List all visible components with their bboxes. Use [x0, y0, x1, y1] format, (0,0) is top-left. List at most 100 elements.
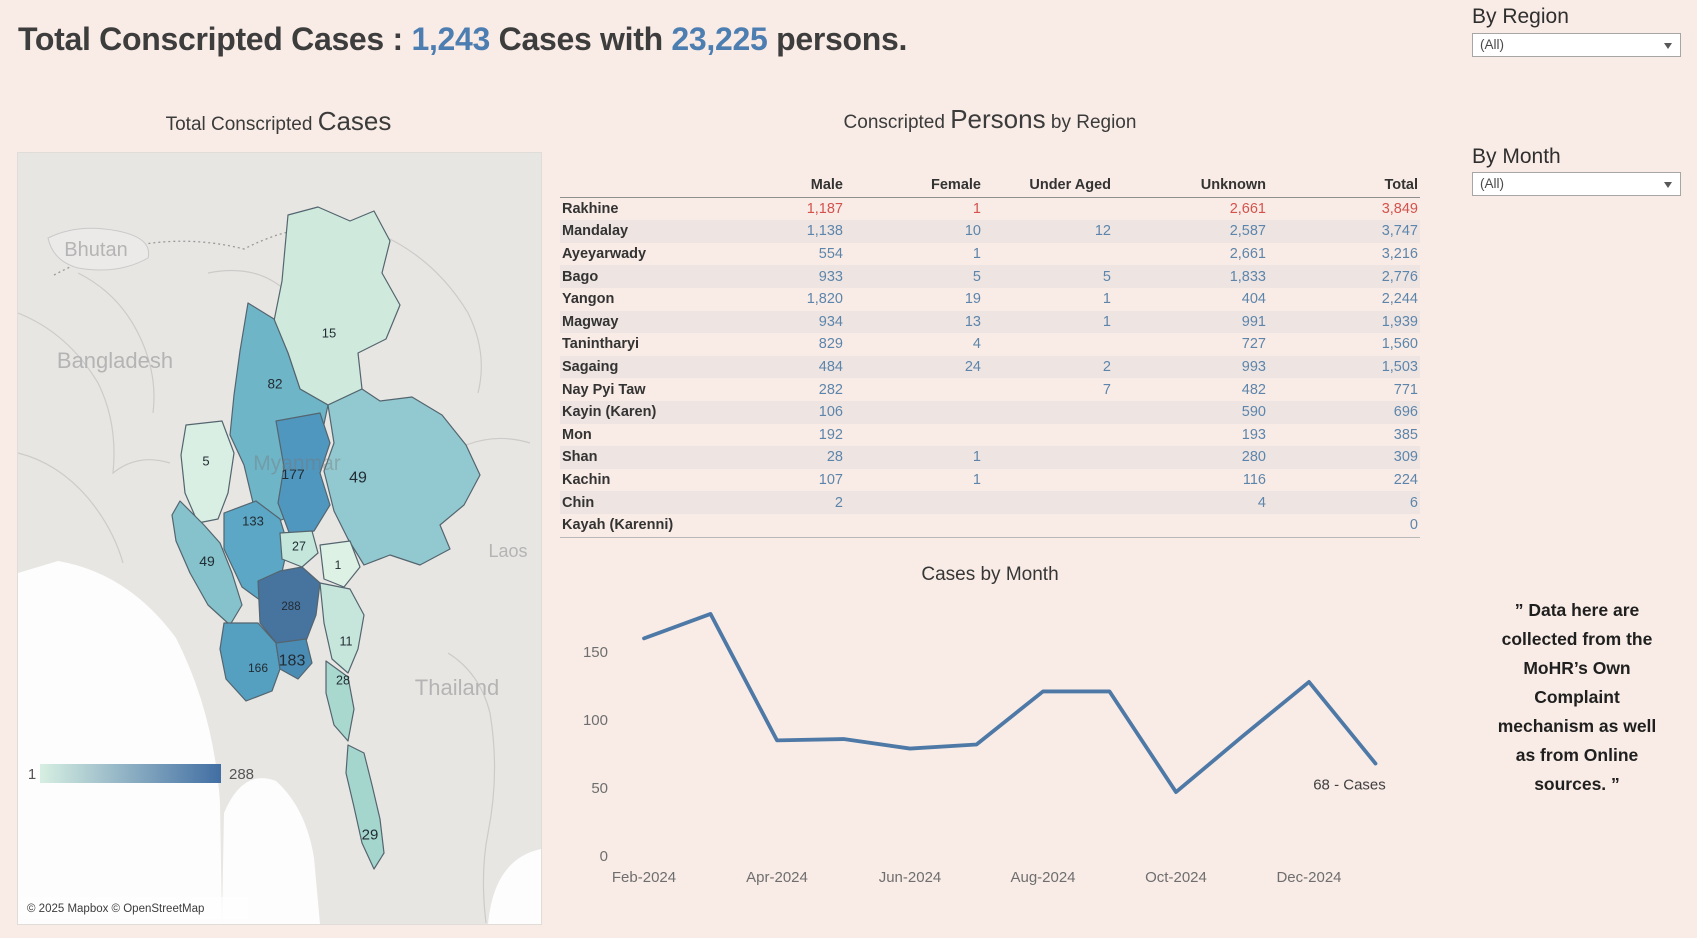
- value-cell[interactable]: 4: [845, 333, 983, 356]
- value-cell[interactable]: 2,661: [1113, 197, 1268, 220]
- value-cell[interactable]: 1: [845, 469, 983, 492]
- value-cell[interactable]: 3,747: [1268, 220, 1420, 243]
- value-cell[interactable]: 1: [983, 288, 1113, 311]
- value-cell[interactable]: [1113, 514, 1268, 537]
- value-cell[interactable]: 1: [983, 311, 1113, 334]
- value-cell[interactable]: 5: [845, 265, 983, 288]
- value-cell[interactable]: 224: [1268, 469, 1420, 492]
- value-cell[interactable]: 727: [1113, 333, 1268, 356]
- value-cell[interactable]: [983, 514, 1113, 537]
- value-cell[interactable]: 1,820: [735, 288, 845, 311]
- value-cell[interactable]: [845, 424, 983, 447]
- table-row[interactable]: Kayah (Karenni)0: [560, 514, 1420, 537]
- value-cell[interactable]: 1: [845, 197, 983, 220]
- value-cell[interactable]: [845, 514, 983, 537]
- value-cell[interactable]: 282: [735, 378, 845, 401]
- value-cell[interactable]: 1: [845, 446, 983, 469]
- value-cell[interactable]: 2,244: [1268, 288, 1420, 311]
- value-cell[interactable]: 993: [1113, 356, 1268, 379]
- by-region-dropdown[interactable]: (All): [1472, 33, 1681, 57]
- myanmar-choropleth-map[interactable]: 158254917713349271288166183112829 Bhutan…: [18, 153, 541, 924]
- value-cell[interactable]: 28: [735, 446, 845, 469]
- value-cell[interactable]: 10: [845, 220, 983, 243]
- table-row[interactable]: Chin246: [560, 491, 1420, 514]
- value-cell[interactable]: 24: [845, 356, 983, 379]
- table-row[interactable]: Shan281280309: [560, 446, 1420, 469]
- cases-by-month-chart[interactable]: 050100150Feb-2024Apr-2024Jun-2024Aug-202…: [560, 560, 1420, 894]
- value-cell[interactable]: [983, 243, 1113, 266]
- persons-by-region-table[interactable]: Male Female Under Aged Unknown Total Rak…: [560, 174, 1420, 538]
- value-cell[interactable]: [735, 514, 845, 537]
- value-cell[interactable]: [983, 491, 1113, 514]
- value-cell[interactable]: 1,138: [735, 220, 845, 243]
- value-cell[interactable]: [845, 378, 983, 401]
- value-cell[interactable]: [983, 197, 1113, 220]
- table-row[interactable]: Nay Pyi Taw2827482771: [560, 378, 1420, 401]
- table-row[interactable]: Kachin1071116224: [560, 469, 1420, 492]
- value-cell[interactable]: 554: [735, 243, 845, 266]
- table-row[interactable]: Kayin (Karen)106590696: [560, 401, 1420, 424]
- value-cell[interactable]: 106: [735, 401, 845, 424]
- region-name-cell: Mon: [560, 424, 735, 447]
- table-row[interactable]: Mandalay1,13810122,5873,747: [560, 220, 1420, 243]
- value-cell[interactable]: 1: [845, 243, 983, 266]
- value-cell[interactable]: 12: [983, 220, 1113, 243]
- value-cell[interactable]: 2,587: [1113, 220, 1268, 243]
- value-cell[interactable]: 107: [735, 469, 845, 492]
- by-month-dropdown[interactable]: (All): [1472, 172, 1681, 196]
- value-cell[interactable]: [845, 401, 983, 424]
- table-row[interactable]: Sagaing4842429931,503: [560, 356, 1420, 379]
- value-cell[interactable]: 2,776: [1268, 265, 1420, 288]
- table-row[interactable]: Ayeyarwady55412,6613,216: [560, 243, 1420, 266]
- value-cell[interactable]: 192: [735, 424, 845, 447]
- value-cell[interactable]: 590: [1113, 401, 1268, 424]
- value-cell[interactable]: 1,939: [1268, 311, 1420, 334]
- value-cell[interactable]: 1,503: [1268, 356, 1420, 379]
- table-row[interactable]: Yangon1,8201914042,244: [560, 288, 1420, 311]
- value-cell[interactable]: 6: [1268, 491, 1420, 514]
- value-cell[interactable]: 193: [1113, 424, 1268, 447]
- value-cell[interactable]: 280: [1113, 446, 1268, 469]
- value-cell[interactable]: 5: [983, 265, 1113, 288]
- value-cell[interactable]: 771: [1268, 378, 1420, 401]
- value-cell[interactable]: 116: [1113, 469, 1268, 492]
- value-cell[interactable]: 404: [1113, 288, 1268, 311]
- value-cell[interactable]: 934: [735, 311, 845, 334]
- value-cell[interactable]: 3,216: [1268, 243, 1420, 266]
- value-cell[interactable]: [983, 446, 1113, 469]
- table-row[interactable]: Bago933551,8332,776: [560, 265, 1420, 288]
- value-cell[interactable]: [983, 469, 1113, 492]
- value-cell[interactable]: 1,833: [1113, 265, 1268, 288]
- table-row[interactable]: Tanintharyi82947271,560: [560, 333, 1420, 356]
- value-cell[interactable]: 385: [1268, 424, 1420, 447]
- value-cell[interactable]: 13: [845, 311, 983, 334]
- value-cell[interactable]: 696: [1268, 401, 1420, 424]
- value-cell[interactable]: [983, 424, 1113, 447]
- value-cell[interactable]: 991: [1113, 311, 1268, 334]
- value-cell[interactable]: 2: [735, 491, 845, 514]
- value-cell[interactable]: 309: [1268, 446, 1420, 469]
- by-region-filter-label: By Region: [1472, 5, 1569, 29]
- value-cell[interactable]: 4: [1113, 491, 1268, 514]
- value-cell[interactable]: 1,187: [735, 197, 845, 220]
- value-cell[interactable]: 19: [845, 288, 983, 311]
- value-cell[interactable]: [983, 333, 1113, 356]
- value-cell[interactable]: [983, 401, 1113, 424]
- value-cell[interactable]: 2: [983, 356, 1113, 379]
- y-axis-tick-label: 0: [600, 848, 608, 865]
- value-cell[interactable]: [845, 491, 983, 514]
- value-cell[interactable]: 7: [983, 378, 1113, 401]
- value-cell[interactable]: 482: [1113, 378, 1268, 401]
- value-cell[interactable]: 2,661: [1113, 243, 1268, 266]
- table-row[interactable]: Rakhine1,18712,6613,849: [560, 197, 1420, 220]
- value-cell[interactable]: 1,560: [1268, 333, 1420, 356]
- attribution-text[interactable]: © 2025 Mapbox © OpenStreetMap: [27, 903, 204, 915]
- table-row[interactable]: Mon192 193385: [560, 424, 1420, 447]
- cases-line-series[interactable]: [644, 614, 1376, 792]
- value-cell[interactable]: 933: [735, 265, 845, 288]
- value-cell[interactable]: 484: [735, 356, 845, 379]
- table-row[interactable]: Magway9341319911,939: [560, 311, 1420, 334]
- value-cell[interactable]: 0: [1268, 514, 1420, 537]
- value-cell[interactable]: 829: [735, 333, 845, 356]
- value-cell[interactable]: 3,849: [1268, 197, 1420, 220]
